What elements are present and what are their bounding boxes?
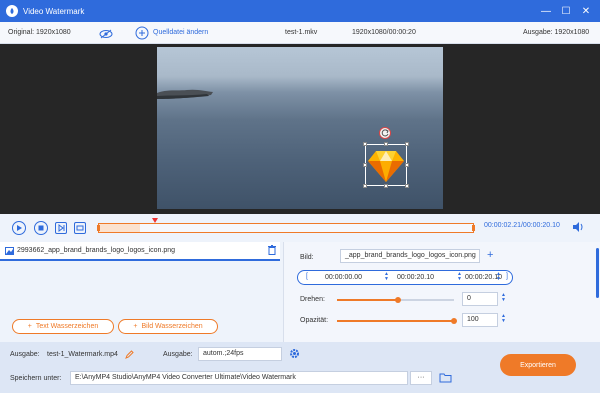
title-bar: Video Watermark — ☐ ✕ bbox=[0, 0, 600, 22]
rotate-spinner-icon[interactable]: ▲ ▼ bbox=[501, 293, 506, 303]
output-format-label: Ausgabe: bbox=[163, 351, 193, 358]
delete-watermark-icon[interactable] bbox=[268, 245, 276, 257]
sketch-logo-watermark bbox=[368, 151, 404, 182]
settings-scrollbar[interactable] bbox=[596, 248, 599, 298]
close-button[interactable]: ✕ bbox=[576, 6, 596, 17]
opacity-slider-fill bbox=[337, 320, 454, 322]
resize-handle[interactable] bbox=[363, 142, 367, 146]
save-location-label: Speichern unter: bbox=[10, 375, 62, 382]
eye-icon[interactable] bbox=[99, 27, 113, 39]
start-time-spinner-icon[interactable]: ▲ ▼ bbox=[384, 272, 389, 282]
end-time-spinner-icon[interactable]: ▲ ▼ bbox=[457, 272, 462, 282]
add-image-watermark-button[interactable]: + Bild Wasserzeichen bbox=[118, 319, 218, 334]
start-time-field[interactable]: 00:00:00.00 bbox=[325, 274, 362, 281]
rotate-slider[interactable] bbox=[337, 297, 454, 303]
opacity-value-field[interactable]: 100 bbox=[462, 313, 498, 327]
rotate-label: Drehen: bbox=[300, 296, 325, 303]
add-image-watermark-label: Bild Wasserzeichen bbox=[141, 323, 203, 330]
rotate-slider-knob[interactable] bbox=[394, 297, 401, 303]
stop-button[interactable] bbox=[34, 221, 48, 235]
next-frame-icon[interactable] bbox=[55, 222, 67, 234]
export-button[interactable]: Exportieren bbox=[500, 354, 576, 376]
opacity-label: Opazität: bbox=[300, 317, 329, 324]
watermark-list-panel: 2993662_app_brand_brands_logo_logos_icon… bbox=[0, 242, 284, 342]
timeline-progress bbox=[99, 224, 141, 232]
rotate-handle-icon[interactable] bbox=[379, 127, 391, 139]
export-label: Exportieren bbox=[520, 361, 556, 369]
watermark-filename: 2993662_app_brand_brands_logo_logos_icon… bbox=[17, 247, 176, 254]
playback-time: 00:00:02.21/00:00:20.10 bbox=[484, 222, 560, 229]
opacity-slider-knob[interactable] bbox=[451, 318, 457, 324]
add-image-icon[interactable]: + bbox=[487, 250, 493, 261]
resize-handle[interactable] bbox=[384, 184, 388, 188]
edit-filename-icon[interactable] bbox=[125, 350, 134, 361]
image-file-field[interactable]: _app_brand_brands_logo_logos_icon.png bbox=[340, 249, 480, 263]
image-file-icon bbox=[5, 247, 14, 257]
video-frame bbox=[157, 47, 443, 209]
output-format-field[interactable]: autom.;24fps bbox=[198, 347, 282, 361]
set-start-bracket[interactable]: [ bbox=[306, 273, 308, 280]
opacity-spinner-icon[interactable]: ▲ ▼ bbox=[501, 314, 506, 324]
resize-handle[interactable] bbox=[405, 184, 409, 188]
watermark-box[interactable] bbox=[363, 142, 409, 188]
save-path-field[interactable]: E:\AnyMP4 Studio\AnyMP4 Video Converter … bbox=[70, 371, 408, 385]
open-folder-icon[interactable] bbox=[439, 372, 452, 385]
resize-handle[interactable] bbox=[405, 163, 409, 167]
bottom-bar: Ausgabe: test-1_Watermark.mp4 Ausgabe: a… bbox=[0, 342, 600, 393]
playhead-marker[interactable] bbox=[152, 218, 158, 223]
watermark-list-item[interactable]: 2993662_app_brand_brands_logo_logos_icon… bbox=[0, 242, 280, 261]
resize-handle[interactable] bbox=[384, 142, 388, 146]
add-text-watermark-label: Text Wasserzeichen bbox=[35, 323, 99, 330]
set-end-bracket[interactable]: ] bbox=[506, 273, 508, 280]
rotate-value-field[interactable]: 0 bbox=[462, 292, 498, 306]
rotate-slider-fill bbox=[337, 299, 398, 301]
change-source-link[interactable]: Quelldatei ändern bbox=[153, 22, 208, 44]
video-preview bbox=[0, 44, 600, 214]
app-logo-icon bbox=[6, 5, 18, 17]
source-resolution-duration: 1920x1080/00:00:20 bbox=[352, 29, 416, 36]
output-resolution: Ausgabe: 1920x1080 bbox=[523, 29, 590, 36]
minimize-button[interactable]: — bbox=[536, 6, 556, 17]
play-button[interactable] bbox=[12, 221, 26, 235]
add-text-watermark-button[interactable]: + Text Wasserzeichen bbox=[12, 319, 114, 334]
original-resolution: Original: 1920x1080 bbox=[8, 29, 71, 36]
maximize-button[interactable]: ☐ bbox=[556, 6, 576, 17]
duration-spinner-icon[interactable]: ▲ ▼ bbox=[496, 272, 501, 282]
browse-button[interactable]: ··· bbox=[410, 371, 432, 385]
coastline-rocks bbox=[157, 89, 213, 99]
source-filename: test-1.mkv bbox=[285, 29, 318, 36]
watermark-settings-panel: Bild: _app_brand_brands_logo_logos_icon.… bbox=[284, 242, 600, 342]
resize-handle[interactable] bbox=[405, 142, 409, 146]
volume-icon[interactable] bbox=[572, 222, 584, 234]
add-source-icon[interactable] bbox=[135, 26, 149, 40]
image-label: Bild: bbox=[300, 254, 314, 261]
resize-handle[interactable] bbox=[363, 184, 367, 188]
end-time-field[interactable]: 00:00:20.10 bbox=[397, 274, 434, 281]
resize-handle[interactable] bbox=[363, 163, 367, 167]
settings-gear-icon[interactable] bbox=[289, 348, 300, 361]
info-bar: Original: 1920x1080 Quelldatei ändern te… bbox=[0, 22, 600, 44]
playback-controls: 00:00:02.21/00:00:20.10 bbox=[0, 214, 600, 242]
window-title: Video Watermark bbox=[23, 6, 85, 16]
trim-start-handle[interactable] bbox=[97, 225, 100, 231]
opacity-slider[interactable] bbox=[337, 318, 457, 324]
timeline-track[interactable] bbox=[97, 223, 475, 233]
output-filename: test-1_Watermark.mp4 bbox=[47, 351, 118, 358]
output-file-label: Ausgabe: bbox=[10, 351, 40, 358]
snapshot-icon[interactable] bbox=[74, 222, 86, 234]
trim-end-handle[interactable] bbox=[472, 225, 475, 231]
time-range-group: [ 00:00:00.00 ▲ ▼ 00:00:20.10 ▲ ▼ 00:00:20… bbox=[297, 270, 513, 285]
